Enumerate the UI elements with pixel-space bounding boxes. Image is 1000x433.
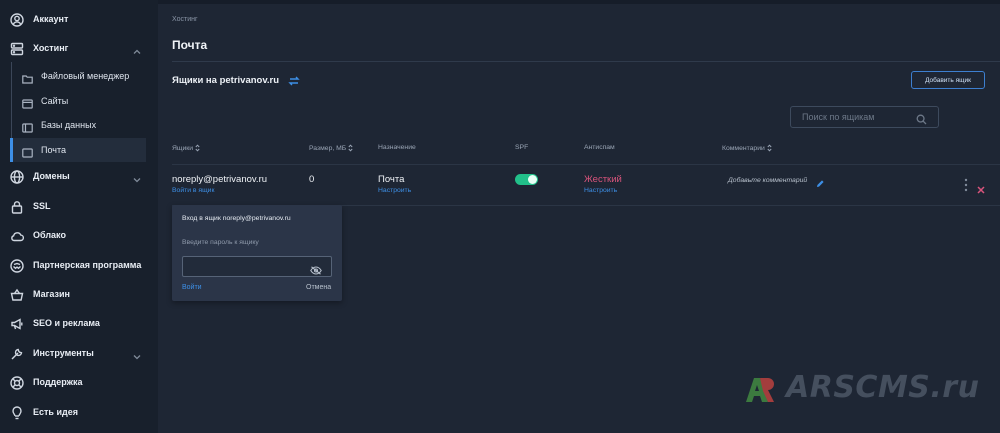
server-icon — [10, 42, 24, 56]
chevron-down-icon[interactable] — [132, 172, 142, 183]
search-box — [790, 106, 939, 128]
delete-icon[interactable] — [977, 181, 985, 194]
column-header-label: Ящики — [172, 144, 194, 152]
password-hint: Введите пароль к ящику — [182, 239, 259, 246]
sidebar-subitem-label: Файловый менеджер — [41, 71, 130, 81]
sidebar-item-label: Инструменты — [33, 348, 94, 358]
column-header-comments[interactable]: Комментарии — [722, 144, 772, 152]
user-circle-icon — [10, 13, 24, 27]
column-header-mailbox[interactable]: Ящики — [172, 144, 200, 152]
sidebar-subitem-file-manager[interactable]: Файловый менеджер — [10, 64, 146, 88]
sidebar-item-label: Поддержка — [33, 377, 83, 387]
sidebar: Аккаунт Хостинг Файловый менеджер Сайты … — [0, 0, 158, 433]
login-mailbox-link[interactable]: Войти в ящик — [172, 187, 214, 194]
sidebar-item-label: Партнерская программа — [33, 260, 142, 270]
more-vertical-icon[interactable] — [964, 178, 968, 192]
mailbox-size: 0 — [309, 174, 315, 185]
sidebar-item-support[interactable]: Поддержка — [0, 371, 158, 395]
chevron-up-icon[interactable] — [132, 44, 142, 54]
sidebar-item-shop[interactable]: Магазин — [0, 283, 158, 307]
mail-icon — [22, 145, 33, 158]
row-divider — [172, 164, 1000, 165]
page-title: Почта — [172, 38, 208, 52]
pencil-icon[interactable] — [816, 175, 825, 187]
lock-icon — [10, 200, 24, 214]
sidebar-item-label: Есть идея — [33, 407, 78, 417]
sidebar-item-label: Хостинг — [33, 43, 69, 53]
sidebar-item-label: SSL — [33, 201, 51, 211]
megaphone-icon — [10, 317, 24, 331]
sidebar-subitem-label: Сайты — [41, 96, 69, 106]
sidebar-item-idea[interactable]: Есть идея — [0, 401, 158, 425]
column-header-spf: SPF — [515, 144, 528, 151]
watermark: ARSCMS.ru — [742, 364, 982, 414]
support-icon — [10, 376, 24, 390]
sidebar-subitem-label: Почта — [41, 145, 66, 155]
section-title: Ящики на petrivanov.ru — [172, 75, 280, 86]
sort-icon — [348, 144, 353, 152]
sidebar-item-partner-program[interactable]: Партнерская программа — [0, 254, 158, 278]
swap-arrows-icon[interactable] — [288, 74, 300, 86]
purpose-configure-link[interactable]: Настроить — [378, 187, 411, 194]
sidebar-subitem-mail[interactable]: Почта — [10, 138, 146, 162]
cancel-button[interactable]: Отмена — [306, 284, 331, 291]
sidebar-item-label: SEO и реклама — [33, 318, 100, 328]
comment-placeholder[interactable]: Добавьте комментарий — [728, 177, 807, 184]
search-input[interactable] — [802, 111, 912, 123]
active-indicator — [10, 138, 13, 162]
folder-icon — [22, 71, 33, 84]
sidebar-item-label: Домены — [33, 171, 70, 181]
column-header-label: SPF — [515, 144, 529, 151]
toggle-knob — [528, 175, 537, 184]
column-header-label: Размер, МБ — [309, 144, 347, 152]
eye-off-icon[interactable] — [310, 262, 322, 275]
column-header-label: Антиспам — [584, 144, 615, 151]
sidebar-subitem-sites[interactable]: Сайты — [10, 89, 146, 113]
column-header-antispam: Антиспам — [584, 144, 615, 151]
handshake-icon — [10, 259, 24, 273]
lightbulb-icon — [10, 406, 24, 420]
sidebar-item-label: Облако — [33, 230, 66, 240]
cloud-icon — [10, 229, 24, 243]
sidebar-item-label: Аккаунт — [33, 14, 69, 24]
antispam-configure-link[interactable]: Настроить — [584, 187, 617, 194]
login-button[interactable]: Войти — [182, 284, 202, 291]
sidebar-item-domains[interactable]: Домены — [0, 165, 158, 189]
mailbox-email: noreply@petrivanov.ru — [172, 174, 268, 185]
sidebar-item-hosting[interactable]: Хостинг — [0, 37, 158, 61]
mailbox-purpose: Почта — [378, 174, 405, 185]
sidebar-item-seo[interactable]: SEO и реклама — [0, 312, 158, 336]
sidebar-item-cloud[interactable]: Облако — [0, 224, 158, 248]
column-header-purpose: Назначение — [378, 144, 416, 151]
add-mailbox-button[interactable]: Добавить ящик — [911, 71, 985, 89]
sort-icon — [195, 144, 200, 152]
column-header-label: Назначение — [378, 144, 416, 151]
sidebar-item-ssl[interactable]: SSL — [0, 195, 158, 219]
antispam-level: Жесткий — [584, 174, 622, 185]
database-icon — [22, 120, 33, 133]
search-icon[interactable] — [916, 112, 927, 125]
column-header-size[interactable]: Размер, МБ — [309, 144, 353, 152]
divider — [172, 61, 1000, 62]
tools-icon — [10, 347, 24, 361]
mailbox-login-popup: Вход в ящик noreply@petrivanov.ru Введит… — [172, 205, 342, 301]
globe-icon — [10, 170, 24, 184]
sidebar-item-label: Магазин — [33, 289, 70, 299]
sidebar-subitem-label: Базы данных — [41, 120, 97, 130]
sidebar-subitem-databases[interactable]: Базы данных — [10, 113, 146, 137]
basket-icon — [10, 288, 24, 302]
sidebar-item-tools[interactable]: Инструменты — [0, 342, 158, 366]
browser-icon — [22, 96, 33, 109]
sort-icon — [767, 144, 772, 152]
watermark-logo-icon — [746, 378, 774, 402]
watermark-text: ARSCMS.ru — [786, 370, 980, 405]
column-header-label: Комментарии — [722, 144, 765, 152]
chevron-down-icon[interactable] — [132, 349, 142, 360]
sidebar-item-account[interactable]: Аккаунт — [0, 8, 158, 32]
breadcrumb[interactable]: Хостинг — [172, 16, 198, 23]
spf-toggle[interactable] — [515, 174, 538, 185]
popup-title: Вход в ящик noreply@petrivanov.ru — [182, 215, 291, 222]
